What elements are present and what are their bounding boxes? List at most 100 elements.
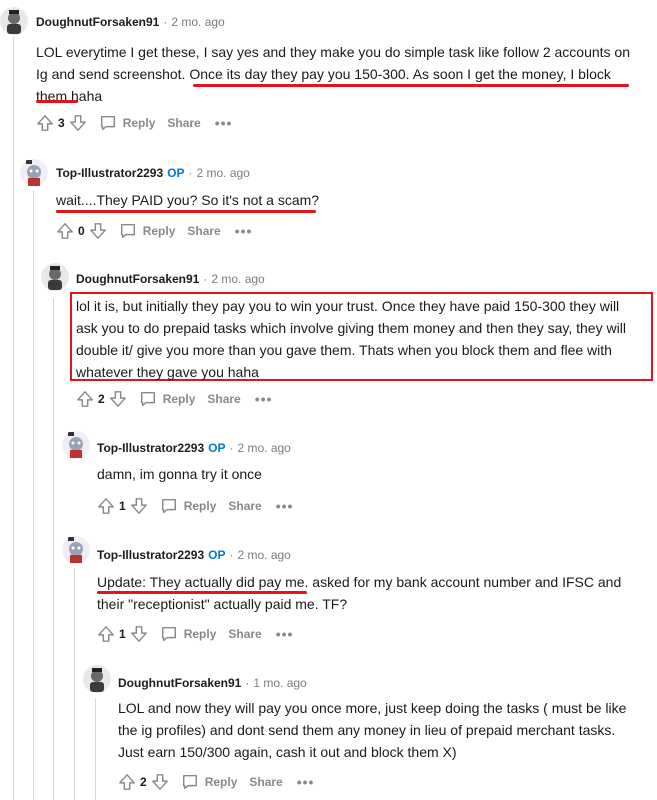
- timestamp[interactable]: 1 mo. ago: [253, 676, 306, 690]
- comment-line: them haha: [36, 88, 103, 104]
- reply-button[interactable]: Reply: [160, 625, 217, 643]
- share-button[interactable]: Share: [167, 116, 200, 130]
- annotation-underline: [36, 100, 78, 103]
- thread-line[interactable]: [33, 190, 34, 800]
- comment-bubble-icon: [139, 390, 157, 408]
- timestamp[interactable]: 2 mo. ago: [237, 441, 290, 455]
- vote-controls: 2: [118, 773, 169, 791]
- share-button[interactable]: Share: [228, 499, 261, 513]
- vote-count: 0: [78, 224, 85, 238]
- comment-body: LOL everytime I get these, I say yes and…: [36, 41, 651, 107]
- reply-label: Reply: [183, 627, 217, 641]
- annotation-underline: [97, 591, 307, 594]
- annotation-underline: [56, 210, 316, 213]
- downvote-icon[interactable]: [151, 773, 169, 791]
- avatar[interactable]: [41, 262, 69, 292]
- thread-line[interactable]: [95, 698, 96, 800]
- comment-line: Update: They actually did pay me. asked …: [97, 574, 622, 590]
- reply-button[interactable]: Reply: [160, 497, 217, 515]
- thread-line[interactable]: [13, 36, 14, 800]
- avatar[interactable]: [62, 430, 90, 460]
- separator: ·: [229, 548, 234, 562]
- timestamp[interactable]: 2 mo. ago: [211, 272, 264, 286]
- separator: ·: [203, 272, 208, 286]
- vote-count: 3: [58, 116, 65, 130]
- avatar[interactable]: [20, 158, 48, 188]
- upvote-icon[interactable]: [36, 114, 54, 132]
- share-button[interactable]: Share: [207, 392, 240, 406]
- upvote-icon[interactable]: [56, 222, 74, 240]
- comment-bubble-icon: [99, 114, 117, 132]
- vote-controls: 3: [36, 114, 87, 132]
- comment-bubble-icon: [119, 222, 137, 240]
- reply-button[interactable]: Reply: [181, 773, 238, 791]
- vote-controls: 0: [56, 222, 107, 240]
- timestamp[interactable]: 2 mo. ago: [237, 548, 290, 562]
- comment-meta: Top-Illustrator2293 OP · 2 mo. ago: [56, 166, 250, 180]
- comment-line: lol it is, but initially they pay you to…: [76, 298, 620, 314]
- reply-label: Reply: [122, 116, 156, 130]
- share-label: Share: [249, 775, 283, 789]
- upvote-icon[interactable]: [118, 773, 136, 791]
- comment-actions: 3 Reply Share •••: [36, 113, 232, 133]
- avatar[interactable]: [62, 535, 90, 565]
- thread-line[interactable]: [53, 298, 54, 800]
- downvote-icon[interactable]: [109, 390, 127, 408]
- share-button[interactable]: Share: [249, 775, 282, 789]
- more-options-button[interactable]: •••: [276, 626, 294, 642]
- reply-button[interactable]: Reply: [119, 222, 176, 240]
- more-options-button[interactable]: •••: [215, 115, 233, 131]
- op-badge: OP: [208, 548, 226, 562]
- comment-actions: 0 Reply Share •••: [56, 221, 252, 241]
- share-label: Share: [187, 224, 221, 238]
- username[interactable]: Top-Illustrator2293: [97, 441, 204, 455]
- downvote-icon[interactable]: [69, 114, 87, 132]
- more-options-button[interactable]: •••: [276, 498, 294, 514]
- share-button[interactable]: Share: [187, 224, 220, 238]
- reply-label: Reply: [142, 224, 176, 238]
- timestamp[interactable]: 2 mo. ago: [171, 15, 224, 29]
- reply-label: Reply: [204, 775, 238, 789]
- more-options-button[interactable]: •••: [255, 391, 273, 407]
- username[interactable]: DoughnutForsaken91: [118, 676, 241, 690]
- share-label: Share: [228, 499, 262, 513]
- comment-line: LOL everytime I get these, I say yes and…: [36, 44, 631, 60]
- upvote-icon[interactable]: [97, 625, 115, 643]
- vote-controls: 2: [76, 390, 127, 408]
- vote-count: 1: [119, 627, 126, 641]
- username[interactable]: DoughnutForsaken91: [36, 15, 159, 29]
- reply-button[interactable]: Reply: [139, 390, 196, 408]
- separator: ·: [245, 676, 250, 690]
- share-button[interactable]: Share: [228, 627, 261, 641]
- comment-bubble-icon: [181, 773, 199, 791]
- reply-label: Reply: [183, 499, 217, 513]
- comment-body: LOL and now they will pay you once more,…: [118, 697, 650, 763]
- share-label: Share: [228, 627, 262, 641]
- username[interactable]: Top-Illustrator2293: [56, 166, 163, 180]
- avatar[interactable]: [0, 6, 28, 36]
- reply-button[interactable]: Reply: [99, 114, 156, 132]
- op-badge: OP: [167, 166, 185, 180]
- downvote-icon[interactable]: [130, 497, 148, 515]
- op-badge: OP: [208, 441, 226, 455]
- reply-label: Reply: [162, 392, 196, 406]
- timestamp[interactable]: 2 mo. ago: [196, 166, 249, 180]
- upvote-icon[interactable]: [76, 390, 94, 408]
- comment-meta: Top-Illustrator2293 OP · 2 mo. ago: [97, 441, 291, 455]
- separator: ·: [229, 441, 234, 455]
- username[interactable]: DoughnutForsaken91: [76, 272, 199, 286]
- downvote-icon[interactable]: [130, 625, 148, 643]
- comment-line: double it/ give you more than you gave t…: [76, 342, 612, 358]
- avatar[interactable]: [83, 664, 111, 694]
- vote-controls: 1: [97, 625, 148, 643]
- upvote-icon[interactable]: [97, 497, 115, 515]
- comment-meta: DoughnutForsaken91 · 2 mo. ago: [76, 272, 265, 286]
- more-options-button[interactable]: •••: [297, 774, 315, 790]
- thread-line[interactable]: [74, 568, 75, 800]
- comment-body: wait....They PAID you? So it's not a sca…: [56, 189, 646, 211]
- downvote-icon[interactable]: [89, 222, 107, 240]
- comment-body: damn, im gonna try it once: [97, 463, 647, 485]
- username[interactable]: Top-Illustrator2293: [97, 548, 204, 562]
- comment-actions: 2 Reply Share •••: [118, 772, 314, 792]
- more-options-button[interactable]: •••: [235, 223, 253, 239]
